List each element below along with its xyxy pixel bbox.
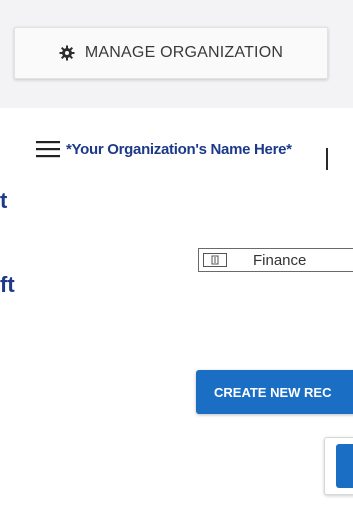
left-text-fragment: t <box>0 188 8 213</box>
action-button[interactable] <box>324 437 353 495</box>
create-new-record-label: CREATE NEW REC <box>214 384 332 400</box>
finance-select[interactable]: Finance <box>198 248 353 272</box>
create-new-record-button[interactable]: CREATE NEW REC <box>196 370 353 414</box>
organization-bar: *Your Organization's Name Here* <box>36 140 292 158</box>
action-button-fill <box>336 444 353 488</box>
organization-name: *Your Organization's Name Here* <box>66 140 292 158</box>
gear-icon <box>59 45 75 61</box>
manage-organization-label: MANAGE ORGANIZATION <box>84 44 284 61</box>
divider <box>326 148 328 170</box>
grid-icon <box>203 253 227 267</box>
manage-organization-button[interactable]: MANAGE ORGANIZATION <box>14 27 328 79</box>
page: MANAGE ORGANIZATION *Your Organization's… <box>0 0 353 510</box>
hamburger-icon[interactable] <box>36 140 60 158</box>
finance-select-value: Finance <box>253 251 307 269</box>
left-text-fragment: ft <box>0 272 15 297</box>
